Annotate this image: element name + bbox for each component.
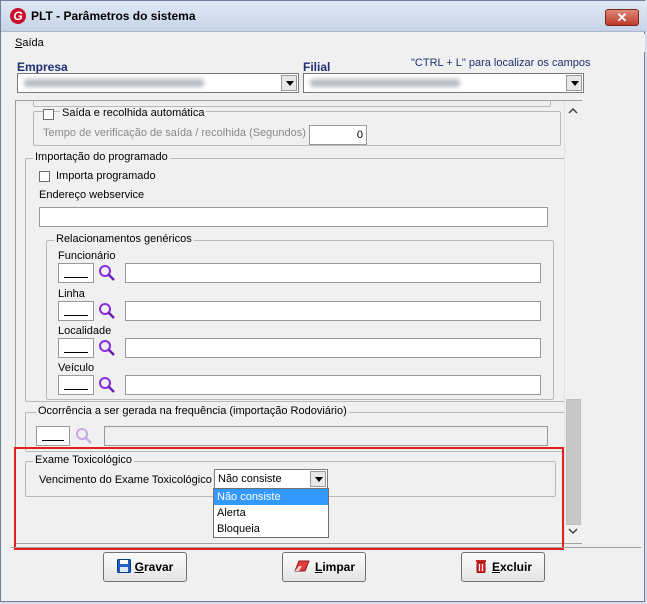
menu-saida-label: aída <box>22 37 44 49</box>
menu-bar: Saída <box>2 34 645 52</box>
filial-value-redacted <box>310 79 460 87</box>
importa-programado-label: Importa programado <box>56 170 156 182</box>
relacionamentos-title: Relacionamentos genéricos <box>54 233 194 245</box>
empresa-value-redacted <box>24 79 204 87</box>
localidade-desc-input[interactable] <box>125 338 541 358</box>
title-bar: G PLT - Parâmetros do sistema ✕ <box>1 1 646 32</box>
linha-label: Linha <box>58 288 85 300</box>
option-bloqueia[interactable]: Bloqueia <box>214 521 328 537</box>
save-icon <box>116 559 131 573</box>
search-icon[interactable] <box>98 339 116 357</box>
localidade-label: Localidade <box>58 325 112 337</box>
tempo-input[interactable]: 0 <box>309 125 367 145</box>
vertical-scrollbar[interactable] <box>564 101 582 543</box>
veiculo-desc-input[interactable] <box>125 375 541 395</box>
relacionamentos-group: Relacionamentos genéricos Funcionário Li… <box>46 233 554 400</box>
gravar-label: ravar <box>143 560 174 574</box>
importa-programado-checkbox[interactable] <box>39 171 50 182</box>
option-alerta[interactable]: Alerta <box>214 505 328 521</box>
veiculo-code-input[interactable] <box>58 375 94 395</box>
empresa-label: Empresa <box>17 60 68 74</box>
filial-label: Filial <box>303 60 331 74</box>
close-button[interactable]: ✕ <box>605 9 639 26</box>
ocorrencia-desc-input <box>104 426 548 446</box>
empresa-select[interactable] <box>17 73 299 93</box>
chevron-down-icon[interactable] <box>566 75 582 91</box>
search-icon[interactable] <box>98 264 116 282</box>
vencimento-dropdown-list[interactable]: Não consiste Alerta Bloqueia <box>213 488 329 538</box>
endereco-input[interactable] <box>39 207 548 227</box>
funcionario-code-input[interactable] <box>58 263 94 283</box>
saida-auto-label: Saída e recolhida automática <box>60 107 207 119</box>
funcionario-desc-input[interactable] <box>125 263 541 283</box>
gravar-mnemonic: G <box>134 560 144 574</box>
trash-icon <box>475 560 486 573</box>
veiculo-label: Veículo <box>58 362 95 374</box>
saida-auto-checkbox[interactable] <box>43 109 54 120</box>
chevron-up-icon[interactable] <box>568 107 578 115</box>
funcionario-label: Funcionário <box>58 250 116 262</box>
eraser-icon <box>294 560 310 572</box>
endereco-label: Endereço webservice <box>39 189 145 201</box>
ocorrencia-label: Ocorrência a ser gerada na frequência (i… <box>36 405 349 417</box>
excluir-label: xcluir <box>500 560 533 574</box>
menu-saida[interactable]: Saída <box>15 37 44 49</box>
search-icon[interactable] <box>98 302 116 320</box>
window-title: PLT - Parâmetros do sistema <box>31 9 196 23</box>
ocorrencia-group: Ocorrência a ser gerada na frequência (i… <box>25 405 572 452</box>
tempo-label: Tempo de verificação de saída / recolhid… <box>43 127 306 139</box>
main-window: G PLT - Parâmetros do sistema ✕ Saída Em… <box>0 0 646 602</box>
localidade-code-input[interactable] <box>58 338 94 358</box>
linha-desc-input[interactable] <box>125 301 541 321</box>
excluir-mnemonic: E <box>491 560 500 574</box>
search-icon <box>76 428 92 444</box>
chevron-down-icon[interactable] <box>568 527 578 535</box>
importacao-group: Importação do programado Importa program… <box>25 151 572 402</box>
limpar-label: impar <box>322 560 356 574</box>
previous-group <box>33 101 551 107</box>
scrollbar-thumb[interactable] <box>566 399 581 525</box>
chevron-down-icon[interactable] <box>281 75 297 91</box>
limpar-button[interactable]: Limpar <box>282 552 366 582</box>
excluir-button[interactable]: Excluir <box>461 552 545 582</box>
gravar-button[interactable]: Gravar <box>103 552 187 582</box>
ocorrencia-code-input[interactable] <box>36 426 70 446</box>
importacao-title: Importação do programado <box>33 151 170 163</box>
search-icon[interactable] <box>98 376 116 394</box>
footer-divider <box>11 547 641 548</box>
shortcut-hint: "CTRL + L" para localizar os campos <box>411 57 591 69</box>
saida-group: Saída e recolhida automática Tempo de ve… <box>33 107 561 146</box>
filial-select[interactable] <box>303 73 584 93</box>
option-nao-consiste[interactable]: Não consiste <box>214 489 328 505</box>
linha-code-input[interactable] <box>58 301 94 321</box>
app-logo-icon: G <box>10 8 26 24</box>
